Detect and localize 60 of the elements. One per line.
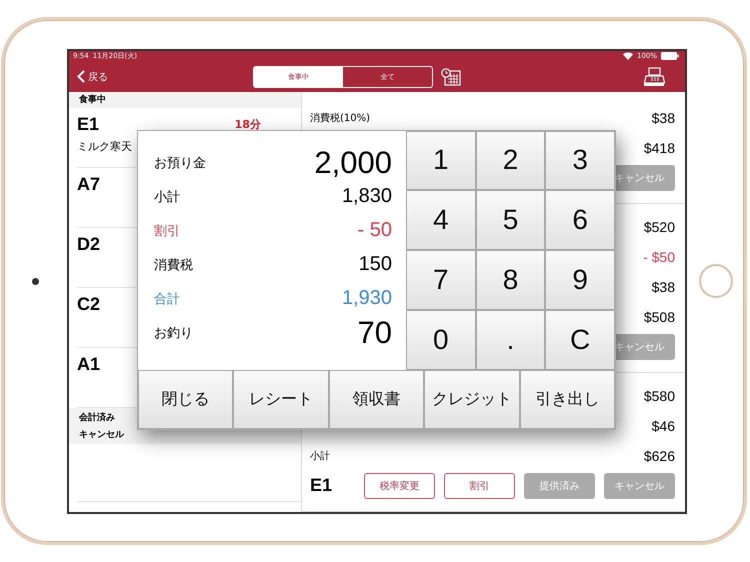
keypad-key[interactable]: 8 bbox=[476, 250, 546, 310]
price-value: - $50 bbox=[643, 248, 675, 264]
elapsed-time: 18分 bbox=[234, 116, 261, 132]
keypad-key[interactable]: 0 bbox=[406, 310, 476, 370]
cash-register-icon[interactable] bbox=[643, 66, 665, 87]
price-value: $46 bbox=[652, 418, 675, 434]
table-name: A7 bbox=[77, 174, 100, 194]
table-name: E1 bbox=[77, 114, 100, 134]
keypad-key[interactable]: 9 bbox=[545, 250, 615, 310]
dialog-button[interactable]: 引き出し bbox=[520, 370, 615, 428]
order-label: 消費税(10%) bbox=[310, 112, 370, 124]
dialog-button[interactable]: 領収書 bbox=[328, 370, 424, 428]
price-value: $626 bbox=[644, 448, 675, 464]
wifi-icon bbox=[622, 52, 633, 60]
amount-label: 消費税 bbox=[154, 256, 193, 274]
price-value: $508 bbox=[644, 308, 675, 324]
dialog-button[interactable]: クレジット bbox=[424, 370, 520, 428]
price-value: $38 bbox=[652, 110, 675, 126]
amount-label: 割引 bbox=[154, 222, 180, 240]
amount-value: - 50 bbox=[358, 219, 392, 242]
keypad-key[interactable]: 5 bbox=[476, 190, 546, 250]
amount-value: 1,830 bbox=[342, 185, 392, 208]
table-name: E1 bbox=[310, 475, 332, 496]
table-name: C2 bbox=[77, 294, 100, 314]
keypad-key[interactable]: . bbox=[476, 310, 546, 370]
amount-value: 70 bbox=[358, 314, 392, 350]
order-items: ミルク寒天 bbox=[77, 138, 133, 154]
table-name: A1 bbox=[77, 354, 100, 374]
keypad-key[interactable]: 6 bbox=[545, 190, 615, 250]
table-name: D2 bbox=[77, 234, 100, 254]
amount-value: 2,000 bbox=[314, 144, 392, 180]
order-label: 小計 bbox=[310, 450, 330, 462]
keypad-key[interactable]: 3 bbox=[545, 130, 615, 190]
amount-value: 1,930 bbox=[342, 287, 392, 310]
amount-label: お預り金 bbox=[154, 154, 206, 172]
dialog-button[interactable]: レシート bbox=[233, 370, 329, 428]
price-value: $520 bbox=[644, 218, 675, 234]
keypad-key[interactable]: C bbox=[545, 310, 615, 370]
keypad-key[interactable]: 7 bbox=[406, 250, 476, 310]
section-header: 会計済み bbox=[79, 411, 116, 424]
amount-label: お釣り bbox=[154, 324, 193, 342]
amount-label: 合計 bbox=[154, 290, 180, 308]
price-value: $580 bbox=[644, 388, 675, 404]
price-value: $418 bbox=[644, 140, 675, 156]
amount-value: 150 bbox=[358, 253, 392, 276]
section-header: キャンセル bbox=[79, 428, 126, 440]
amount-label: 小計 bbox=[154, 188, 180, 206]
section-header: 食事中 bbox=[69, 92, 301, 108]
action-button[interactable]: 割引 bbox=[444, 472, 515, 498]
keypad-key[interactable]: 2 bbox=[476, 130, 546, 190]
back-button[interactable]: 戻る bbox=[77, 70, 108, 84]
action-button[interactable]: 税率変更 bbox=[364, 472, 435, 498]
keypad-key[interactable]: 4 bbox=[406, 190, 476, 250]
battery-icon bbox=[661, 52, 679, 60]
chevron-left-icon bbox=[77, 70, 85, 84]
dialog-button[interactable]: 閉じる bbox=[138, 370, 234, 428]
calendar-clock-icon[interactable] bbox=[441, 68, 461, 86]
keypad-key[interactable]: 1 bbox=[406, 130, 476, 190]
price-value: $38 bbox=[652, 278, 675, 294]
camera-lens bbox=[32, 278, 39, 284]
